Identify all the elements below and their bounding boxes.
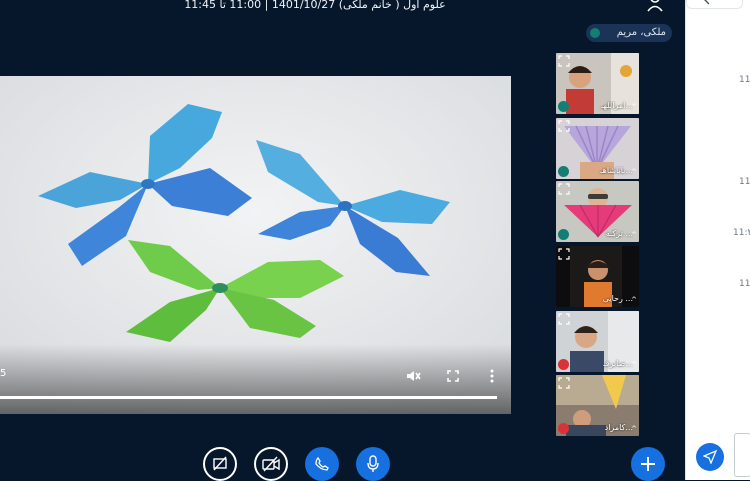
- camera-off-icon: [262, 456, 280, 472]
- expand-icon[interactable]: [558, 377, 570, 389]
- chevron-up-icon[interactable]: ^: [631, 425, 637, 433]
- chevron-up-icon[interactable]: ^: [631, 168, 637, 176]
- screenshare-off-icon: [213, 456, 227, 471]
- participant-tile[interactable]: صابرفـ... ^: [556, 311, 639, 372]
- send-icon: [703, 450, 717, 464]
- participant-tile[interactable]: ترکـه ... ^: [556, 181, 639, 242]
- message-timestamp: 11:٢: [733, 228, 750, 238]
- mic-on-icon: [558, 229, 569, 240]
- participant-name: صابرفـ...: [603, 359, 633, 368]
- more-icon[interactable]: [484, 368, 500, 384]
- chevron-up-icon[interactable]: ^: [631, 361, 637, 369]
- video-time: 5: [0, 368, 7, 379]
- chat-panel: 11 11: 11:٢ 11: [685, 0, 750, 480]
- chevron-up-icon[interactable]: ^: [631, 231, 637, 239]
- participant-tile[interactable]: باباشاهـ... ^: [556, 118, 639, 179]
- expand-icon[interactable]: [558, 183, 570, 195]
- chevron-up-icon[interactable]: ^: [631, 296, 637, 304]
- presenter-badge: ملکی، مریم: [586, 24, 672, 42]
- actions-button[interactable]: [631, 447, 665, 481]
- participant-name: کامراد...: [604, 423, 633, 432]
- video-progress-bar[interactable]: [0, 396, 497, 399]
- presenter-name: ملکی، مریم: [616, 27, 666, 38]
- main-stage: علوم اول ( خانم ملکی) 1401/10/27 | 11:00…: [0, 0, 685, 481]
- video-controls-overlay: [0, 344, 511, 414]
- meeting-title: علوم اول ( خانم ملکی) 1401/10/27 | 11:00…: [184, 0, 446, 11]
- expand-icon[interactable]: [558, 313, 570, 325]
- chat-message-input[interactable]: [734, 433, 750, 477]
- stop-screenshare-button[interactable]: [203, 447, 237, 481]
- camera-button[interactable]: [254, 447, 288, 481]
- microphone-icon: [367, 455, 379, 472]
- message-timestamp: 11: [739, 75, 750, 85]
- participant-tile[interactable]: رحایی ... ^: [556, 246, 639, 307]
- mic-muted-icon: [558, 423, 569, 434]
- message-timestamp: 11:: [739, 177, 750, 187]
- leave-audio-button[interactable]: [305, 447, 339, 481]
- presenter-status-dot: [590, 28, 600, 38]
- expand-icon[interactable]: [558, 248, 570, 260]
- phone-icon: [315, 456, 329, 471]
- shared-video[interactable]: 5: [0, 76, 511, 414]
- chevron-left-icon[interactable]: [701, 0, 713, 6]
- plus-icon: [641, 457, 655, 471]
- mute-icon[interactable]: [405, 368, 421, 384]
- fullscreen-icon[interactable]: [445, 368, 461, 384]
- mic-on-icon: [558, 166, 569, 177]
- expand-icon[interactable]: [558, 55, 570, 67]
- message-timestamp: 11: [739, 279, 750, 289]
- video-progress-fill: [0, 396, 497, 399]
- participant-tile[interactable]: امراللهـ... ^: [556, 53, 639, 114]
- send-message-button[interactable]: [696, 443, 724, 471]
- participant-name: باباشاهـ...: [600, 166, 633, 175]
- participant-name: رحایی ...: [602, 294, 633, 303]
- participant-name: ترکـه ...: [605, 229, 633, 238]
- mic-muted-icon: [558, 359, 569, 370]
- microphone-button[interactable]: [356, 447, 390, 481]
- mic-on-icon: [558, 101, 569, 112]
- participant-name: امراللهـ...: [601, 101, 633, 110]
- chat-header: [686, 0, 743, 9]
- expand-icon[interactable]: [558, 120, 570, 132]
- users-icon[interactable]: [646, 0, 666, 12]
- participant-tile[interactable]: کامراد... ^: [556, 375, 639, 436]
- chevron-up-icon[interactable]: ^: [631, 103, 637, 111]
